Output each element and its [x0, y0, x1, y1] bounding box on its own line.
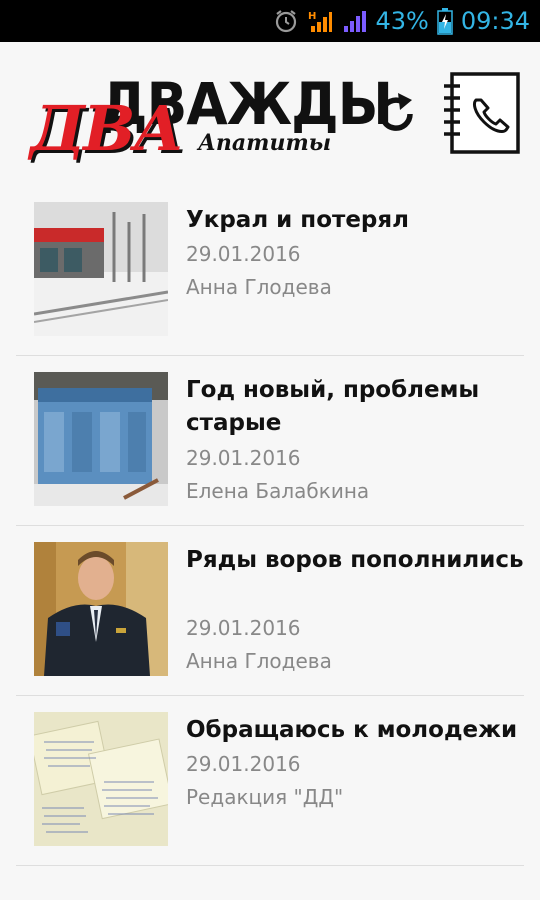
article-title: Год новый, проблемы старые [186, 377, 480, 436]
clock: 09:34 [460, 7, 530, 35]
article-author: Редакция "ДД" [186, 785, 344, 809]
article-date: 29.01.2016 [186, 242, 301, 266]
article-title: Украл и потерял [186, 207, 410, 233]
article-date: 29.01.2016 [186, 752, 301, 776]
article-author: Анна Глодева [186, 275, 332, 299]
refresh-icon[interactable] [372, 90, 420, 138]
article-thumbnail [34, 372, 168, 506]
article-date: 29.01.2016 [186, 616, 301, 640]
article-title: Ряды воров пополнились [186, 547, 524, 573]
status-icons: H 43% 09:34 [273, 0, 530, 42]
article-author: Елена Балабкина [186, 479, 370, 503]
article-item[interactable]: Украл и потерял 29.01.2016 Анна Глодева [16, 186, 524, 356]
cell-signal-icon [344, 11, 367, 32]
article-thumbnail [34, 712, 168, 846]
article-thumbnail [34, 202, 168, 336]
phone-book-icon[interactable] [442, 72, 522, 154]
article-list: Украл и потерял 29.01.2016 Анна Глодева … [0, 186, 540, 866]
battery-charging-icon [437, 8, 453, 35]
article-item[interactable]: Обращаюсь к молодежи 29.01.2016 Редакция… [16, 696, 524, 866]
article-title: Обращаюсь к молодежи [186, 717, 518, 743]
alarm-clock-icon [276, 10, 297, 33]
battery-percent: 43% [375, 7, 429, 35]
article-date: 29.01.2016 [186, 446, 301, 470]
logo-subtitle: Апатиты [198, 130, 332, 156]
app-header: ДВАЖДЫ ДВА Апатиты [0, 42, 540, 182]
svg-text:H: H [308, 11, 316, 22]
article-author: Анна Глодева [186, 649, 332, 673]
status-bar: H 43% 09:34 [0, 0, 540, 42]
app-logo: ДВАЖДЫ ДВА Апатиты [22, 70, 393, 170]
article-item[interactable]: Ряды воров пополнились 29.01.2016 Анна Г… [16, 526, 524, 696]
cell-signal-h-icon: H [308, 11, 333, 32]
logo-red-text: ДВА [30, 92, 184, 165]
article-thumbnail [34, 542, 168, 676]
article-item[interactable]: Год новый, проблемы старые 29.01.2016 Ел… [16, 356, 524, 526]
